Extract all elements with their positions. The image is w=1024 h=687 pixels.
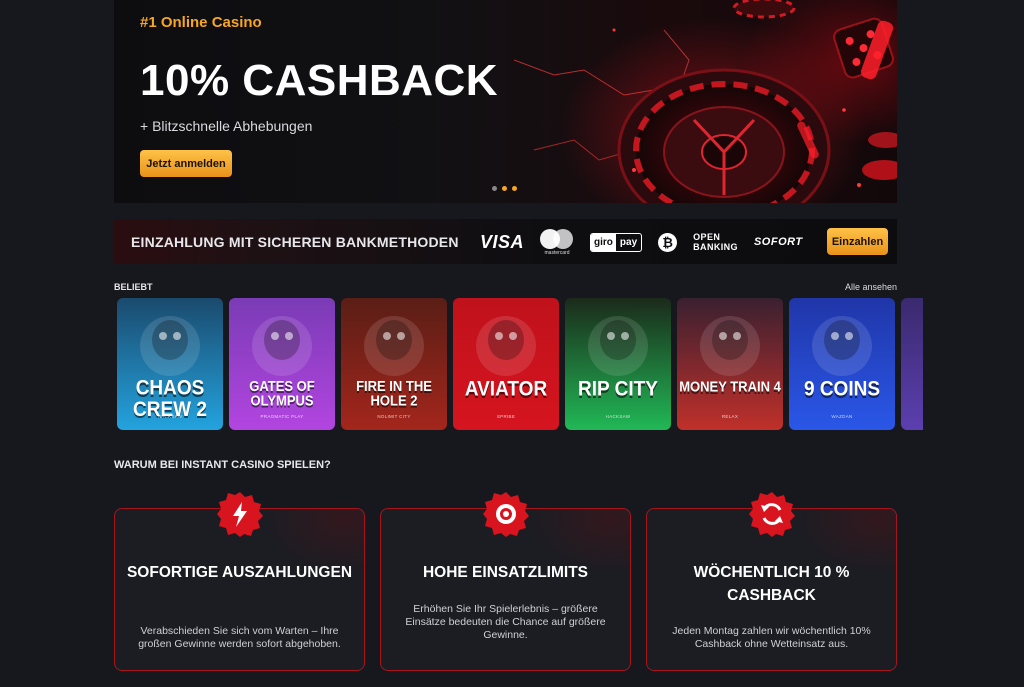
mastercard-logo: mastercard [540, 228, 574, 256]
feature-text: Erhöhen Sie Ihr Spielerlebnis – größere … [405, 603, 606, 641]
game-title: GATES OF OLYMPUS [249, 377, 315, 409]
open-banking-logo: OPEN BANKING [693, 232, 738, 252]
hero-subtitle: + Blitzschnelle Abhebungen [140, 118, 313, 134]
chip-icon [483, 492, 529, 537]
casino-page: #1 Online Casino 10% CASHBACK + Blitzsch… [0, 0, 1024, 687]
feature-card-limits: HOHE EINSATZLIMITS Erhöhen Sie Ihr Spiel… [380, 492, 631, 671]
game-title: FIRE IN THE HOLE 2 [356, 377, 432, 409]
game-provider: PRAGMATIC PLAY [260, 414, 304, 419]
why-section-title: WARUM BEI INSTANT CASINO SPIELEN? [114, 459, 331, 471]
roulette-dice-artwork [514, 0, 897, 203]
carousel-dot-active[interactable] [502, 186, 507, 191]
feature-card-cashback: WÖCHENTLICH 10 % CASHBACK Jeden Montag z… [646, 492, 897, 671]
refresh-icon [749, 492, 795, 537]
game-provider: SPRIBE [496, 414, 516, 419]
feature-title: SOFORTIGE AUSZAHLUNGEN [126, 564, 353, 581]
game-provider: HACKSAW [157, 414, 183, 419]
popular-games-row: CHAOS CREW 2 HACKSAW GATES OF OLYMPUS PRAGM… [117, 298, 923, 430]
carousel-dot[interactable] [512, 186, 517, 191]
game-title: RIP CITY [578, 377, 658, 402]
game-artwork [476, 316, 536, 376]
game-title: 9 COINS [803, 377, 881, 402]
deposit-button[interactable]: Einzahlen [827, 228, 888, 255]
feature-text: Jeden Montag zahlen wir wöchentlich 10% … [672, 625, 871, 650]
see-all-link[interactable]: Alle ansehen [845, 282, 897, 292]
game-card[interactable]: 9 COINS WAZDAN [789, 298, 895, 430]
hero-tagline: #1 Online Casino [140, 14, 262, 31]
game-title: MONEY TRAIN 4 [679, 378, 781, 395]
bitcoin-icon: ₿ [658, 232, 678, 252]
feature-title: HOHE EINSATZLIMITS [422, 564, 589, 581]
game-provider: HACKSAW [605, 414, 631, 419]
game-card[interactable]: GATES OF OLYMPUS PRAGMATIC PLAY [229, 298, 335, 430]
game-artwork [812, 316, 872, 376]
popular-section-title: BELIEBT [114, 282, 153, 292]
game-title: AVIATOR [464, 377, 548, 402]
lightning-icon [217, 492, 263, 537]
hero-title: 10% CASHBACK [140, 56, 499, 105]
game-provider: NOLIMIT CITY [377, 414, 411, 419]
game-card[interactable]: AVIATOR SPRIBE [453, 298, 559, 430]
feature-text: Verabschieden Sie sich vom Warten – Ihre… [138, 625, 341, 650]
game-card[interactable]: SU [901, 298, 923, 430]
carousel-dot[interactable] [492, 186, 497, 191]
game-provider: WAZDAN [831, 414, 853, 419]
feature-title: WÖCHENTLICH 10 % CASHBACK [693, 564, 850, 604]
feature-card-payouts: SOFORTIGE AUSZAHLUNGEN Verabschieden Sie… [114, 492, 365, 671]
game-artwork [700, 316, 760, 376]
game-card[interactable]: CHAOS CREW 2 HACKSAW [117, 298, 223, 430]
game-card[interactable]: MONEY TRAIN 4 RELAX [677, 298, 783, 430]
payment-headline: EINZAHLUNG MIT SICHEREN BANKMETHODEN [131, 234, 459, 250]
giropay-logo: giro pay [590, 232, 643, 252]
hero-banner[interactable]: #1 Online Casino 10% CASHBACK + Blitzsch… [114, 0, 897, 203]
game-artwork [252, 316, 312, 376]
game-artwork [588, 316, 648, 376]
game-artwork [364, 316, 424, 376]
game-artwork [140, 316, 200, 376]
visa-logo: VISA [480, 231, 525, 252]
game-card[interactable]: RIP CITY HACKSAW [565, 298, 671, 430]
sofort-logo: SOFORT [753, 236, 803, 248]
payment-methods-bar: EINZAHLUNG MIT SICHEREN BANKMETHODEN VIS… [114, 219, 897, 264]
payment-logos: VISA mastercard giro pay ₿ OPEN BANKING S… [480, 227, 803, 257]
game-artwork [901, 298, 923, 378]
game-title: SU [901, 379, 923, 400]
game-provider: RELAX [721, 414, 739, 419]
carousel-dots [492, 186, 517, 191]
game-card[interactable]: FIRE IN THE HOLE 2 NOLIMIT CITY [341, 298, 447, 430]
register-button[interactable]: Jetzt anmelden [140, 150, 232, 177]
